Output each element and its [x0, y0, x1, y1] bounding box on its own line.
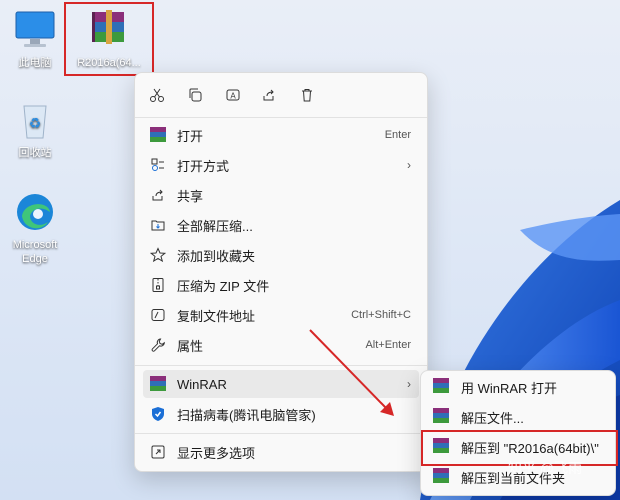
watermark: 知乎 @飞雨 [508, 460, 583, 476]
annotation-arrow [309, 329, 394, 416]
